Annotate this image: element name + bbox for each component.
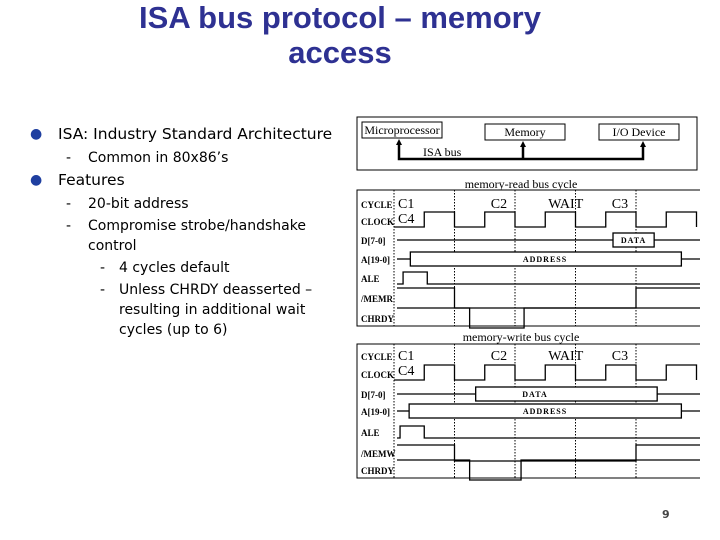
signal-name: D[7-0]	[361, 390, 386, 400]
signal-name: D[7-0]	[361, 236, 386, 246]
signal-waveform	[397, 444, 700, 462]
cycle-label: C3	[612, 197, 628, 212]
bus-valid-box	[475, 386, 658, 402]
microprocessor-label: Microprocessor	[364, 123, 439, 137]
signal-name: ALE	[361, 428, 380, 438]
signal-waveform	[397, 459, 700, 481]
signal-name: CLOCK	[361, 370, 394, 380]
clock-waveform	[394, 211, 698, 228]
cycle-label: C1	[398, 349, 414, 364]
cycle-label: C2	[491, 349, 507, 364]
isa-bus-diagram: Microprocessor Memory I/O Device ISA bus…	[356, 116, 700, 481]
memory-label: Memory	[504, 125, 545, 139]
cycle-label: C3	[612, 349, 628, 364]
io-device-label: I/O Device	[613, 125, 666, 139]
arrow-up-icon	[520, 141, 526, 147]
signal-name: CHRDY	[361, 314, 394, 324]
cycle-label: WAIT	[548, 197, 583, 212]
signal-name: ALE	[361, 274, 380, 284]
cycle-label: C1	[398, 197, 414, 212]
timing-title: memory-write bus cycle	[463, 330, 580, 344]
signal-waveform	[397, 271, 700, 285]
signal-waveform	[397, 287, 700, 309]
signal-name: A[19-0]	[361, 255, 390, 265]
bus-value-label: DATA	[621, 236, 646, 245]
memory-read-timing-diagram: memory-read bus cycle CYCLE C1 C2 WAIT C3 C4 CL…	[356, 177, 700, 329]
cycle-label: C4	[398, 212, 414, 227]
arrow-up-icon	[640, 141, 646, 147]
bus-value-label: DATA	[522, 390, 547, 399]
signal-name: A[19-0]	[361, 407, 390, 417]
bus-value-label: ADDRESS	[523, 255, 567, 264]
signal-name: CYCLE	[361, 352, 393, 362]
signal-waveform	[397, 307, 700, 329]
signal-name: CHRDY	[361, 466, 394, 476]
memory-write-timing-diagram: memory-write bus cycle CYCLE C1 C2 WAIT C3 C4 C…	[356, 330, 700, 481]
cycle-label: C2	[491, 197, 507, 212]
cycle-label: C4	[398, 364, 414, 379]
clock-waveform	[394, 364, 698, 381]
signal-name: /MEMR	[360, 294, 393, 304]
signal-waveform	[397, 425, 700, 439]
signal-name: /MEMW	[360, 449, 396, 459]
page-number: 9	[662, 508, 670, 521]
arrow-up-icon	[396, 139, 402, 145]
isa-bus-label: ISA bus	[423, 145, 462, 159]
timing-title: memory-read bus cycle	[465, 177, 578, 191]
signal-name: CYCLE	[361, 200, 393, 210]
cycle-label: WAIT	[548, 349, 583, 364]
bus-value-label: ADDRESS	[523, 407, 567, 416]
signal-name: CLOCK	[361, 217, 394, 227]
bus-block-diagram: Microprocessor Memory I/O Device ISA bus	[356, 116, 698, 171]
